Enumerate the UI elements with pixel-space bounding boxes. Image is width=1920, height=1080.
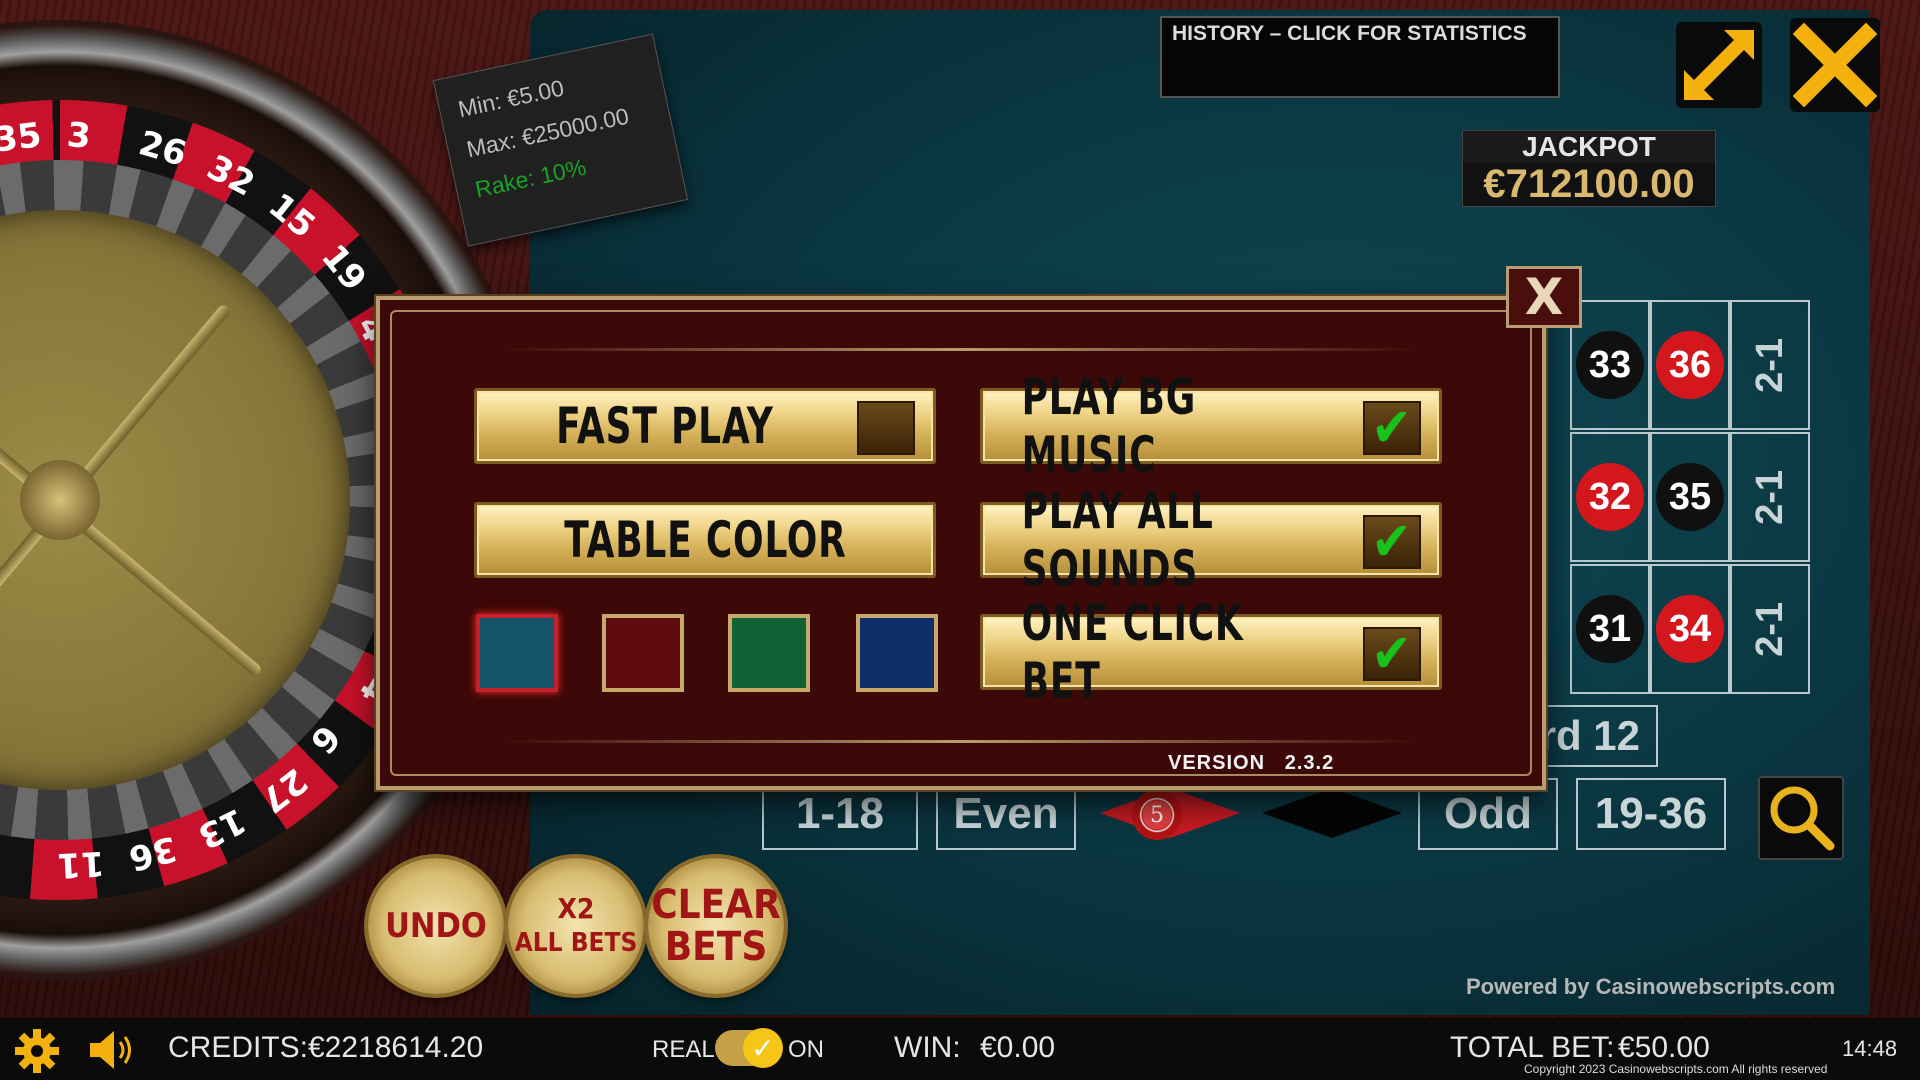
table-color-swatch[interactable] [856,614,938,692]
credits-value: €2218614.20 [308,1031,484,1064]
powered-by: Powered by Casinowebscripts.com [1466,974,1836,999]
one-click-bet-label: ONE CLICK BET [1021,594,1244,710]
bet-19-36-label: 19-36 [1594,789,1708,838]
bet-chip: 5 [1132,790,1182,840]
clear-bets-button[interactable]: CLEAR BETS [648,858,784,994]
number-cell[interactable]: 36 [1650,300,1730,430]
gear-icon[interactable] [14,1028,60,1074]
close-icon [1792,22,1878,108]
on-label: ON [788,1036,824,1063]
bg-music-option[interactable]: PLAY BG MUSIC ✔ [980,368,1442,484]
clear-label: CLEAR [651,882,781,928]
column-bet-label: 2-1 [1748,469,1791,525]
one-click-bet-checkbox[interactable]: ✔ [1363,627,1421,681]
number-cell[interactable]: 35 [1650,432,1730,562]
version-number: 2.3.2 [1284,752,1335,774]
number-label: 33 [1576,331,1644,399]
history-title: HISTORY – CLICK FOR STATISTICS [1172,22,1527,45]
bets-label: BETS [664,924,768,970]
column-bet-label: 2-1 [1748,601,1791,657]
one-click-bet-option[interactable]: ONE CLICK BET ✔ [980,594,1442,710]
jackpot-label: JACKPOT [1463,131,1715,163]
fast-play-option[interactable]: FAST PLAY ✔ [474,388,936,464]
wheel-number: 11 [56,843,106,886]
number-cell[interactable]: 33 [1570,300,1650,430]
jackpot-panel: JACKPOT €712100.00 [1462,130,1716,207]
number-cell[interactable]: 31 [1570,564,1650,694]
real-label: REAL [652,1036,715,1063]
all-sounds-checkbox[interactable]: ✔ [1363,515,1421,569]
win-value: €0.00 [980,1031,1056,1064]
clock: 14:48 [1842,1036,1898,1061]
check-icon: ✓ [743,1028,783,1068]
dozen-label: rd 12 [1539,712,1640,759]
undo-label: UNDO [385,906,487,946]
bet-19-36[interactable]: 19-36 [1576,778,1726,850]
bet-1-18-label: 1-18 [795,789,885,838]
jackpot-value: €712100.00 [1483,162,1695,206]
x2-all-bets-button[interactable]: X2 ALL BETS [508,858,644,994]
bet-even-label: Even [953,789,1059,838]
number-label: 35 [1656,463,1724,531]
fast-play-checkbox[interactable]: ✔ [857,401,915,455]
wheel-number: 3 [65,115,92,157]
number-label: 31 [1576,595,1644,663]
table-color-swatch[interactable] [476,614,558,692]
number-label: 32 [1576,463,1644,531]
close-label: X [1524,268,1564,326]
number-cell[interactable]: 34 [1650,564,1730,694]
table-color-swatch[interactable] [728,614,810,692]
history-panel[interactable]: HISTORY – CLICK FOR STATISTICS [1160,16,1560,98]
table-color-option: TABLE COLOR [474,502,936,578]
bet-odd-label: Odd [1444,789,1532,838]
number-label: 36 [1656,331,1724,399]
exit-game-button[interactable] [1790,18,1880,112]
speaker-icon[interactable] [86,1028,138,1072]
column-bet[interactable]: 2-1 [1730,564,1810,694]
magnifier-icon [1770,786,1835,851]
all-sounds-label: PLAY ALL SOUNDS [1021,482,1214,598]
fullscreen-button[interactable] [1676,22,1762,108]
number-label: 34 [1656,595,1724,663]
all-sounds-option[interactable]: PLAY ALL SOUNDS ✔ [980,482,1442,598]
zoom-button[interactable] [1758,776,1844,860]
table-color-swatch[interactable] [602,614,684,692]
column-bet-label: 2-1 [1748,337,1791,393]
number-cell[interactable]: 32 [1570,432,1650,562]
copyright: Copyright 2023 Casinowebscripts.com All … [1524,1062,1828,1076]
bg-music-label: PLAY BG MUSIC [1021,368,1197,484]
credits-label: CREDITS: [168,1031,309,1064]
total-bet-label: TOTAL BET: [1450,1031,1615,1064]
column-bet[interactable]: 2-1 [1730,432,1810,562]
bg-music-checkbox[interactable]: ✔ [1363,401,1421,455]
version-info: VERSION 2.3.2 [1168,752,1334,775]
settings-close-button[interactable]: X [1506,266,1582,328]
all-bets-label: ALL BETS [514,928,638,958]
table-color-label: TABLE COLOR [563,511,847,569]
chip-value: 5 [1150,802,1164,828]
version-label: VERSION [1168,752,1266,774]
total-bet-value: €50.00 [1618,1031,1710,1064]
fast-play-label: FAST PLAY [556,397,774,455]
win-label: WIN: [894,1031,961,1064]
column-bet[interactable]: 2-1 [1730,300,1810,430]
undo-button[interactable]: UNDO [368,858,504,994]
expand-arrows-icon [1684,30,1754,100]
wheel-number: 35 [0,114,44,161]
status-bar: CREDITS: €2218614.20 REAL ON WIN: €0.00 … [0,1018,1920,1080]
x2-label: X2 [557,892,595,925]
real-mode-toggle[interactable]: ✓ [715,1028,783,1068]
